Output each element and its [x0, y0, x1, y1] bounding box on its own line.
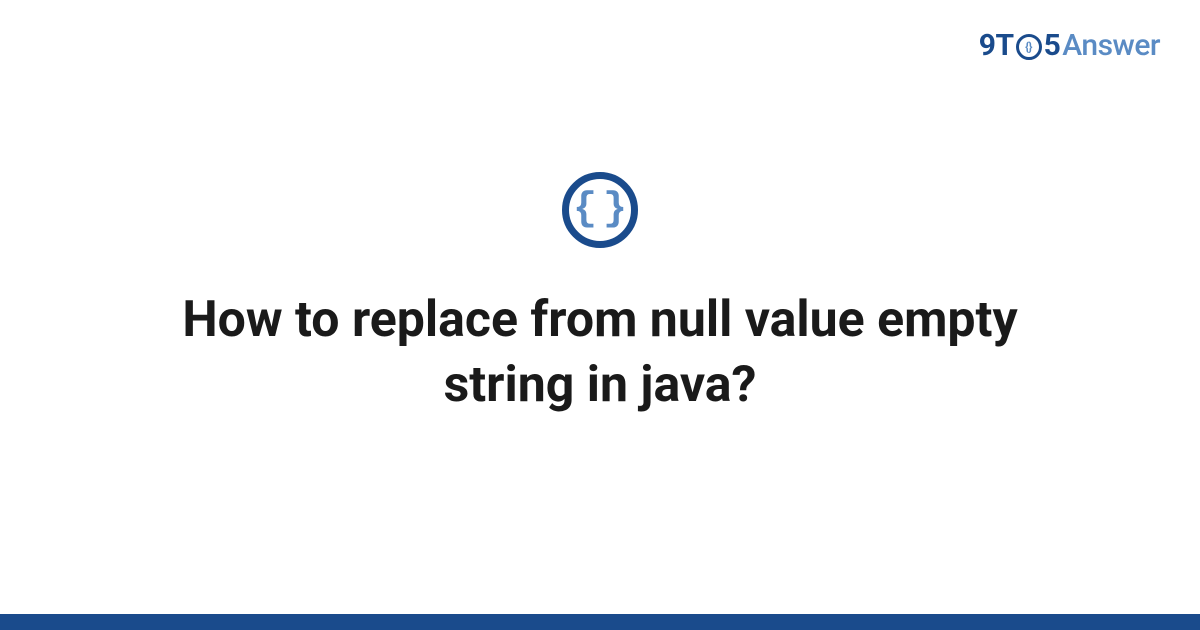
- category-icon: {}: [562, 172, 638, 248]
- page-title: How to replace from null value empty str…: [150, 288, 1050, 418]
- footer-bar: [0, 614, 1200, 630]
- code-braces-icon: {}: [573, 190, 633, 230]
- main-content: {} How to replace from null value empty …: [0, 0, 1200, 630]
